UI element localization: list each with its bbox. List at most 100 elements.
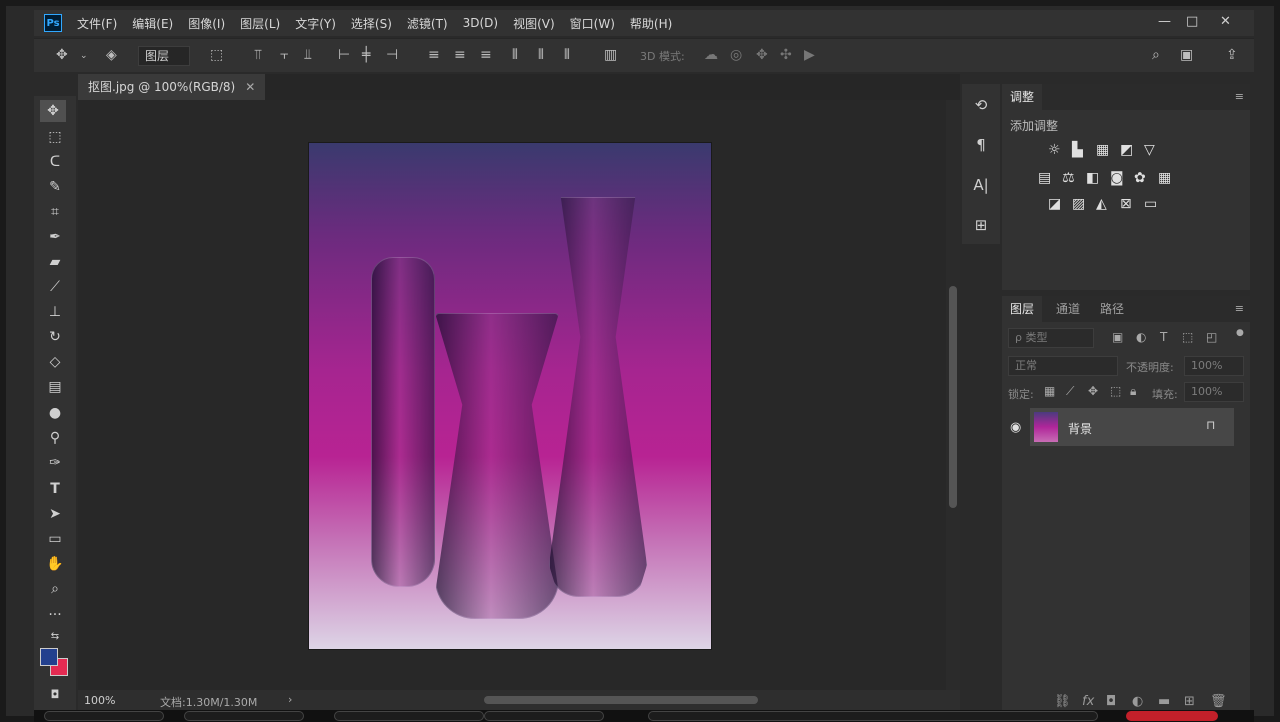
foreground-color-swatch[interactable] xyxy=(40,648,58,666)
align-bottom-icon[interactable]: ⫫ xyxy=(304,47,312,63)
lock-all-icon[interactable]: 🔒︎ xyxy=(1130,384,1136,399)
workspace-icon[interactable]: ▣ xyxy=(1180,47,1193,63)
filter-adjustment-icon[interactable]: ◐ xyxy=(1136,330,1146,344)
history-panel-icon[interactable]: ⟲ xyxy=(962,96,1000,114)
menu-filter[interactable]: 滤镜(T) xyxy=(407,15,448,32)
link-layers-icon[interactable]: ⛓ xyxy=(1054,694,1071,709)
3d-slide-icon[interactable]: ✣ xyxy=(780,47,792,63)
distribute-left-icon[interactable]: ⫴ xyxy=(512,47,518,63)
clone-stamp-icon[interactable]: ⊥ xyxy=(34,301,76,323)
quick-select-icon[interactable]: ✎ xyxy=(34,176,76,198)
hue-saturation-icon[interactable]: ▤ xyxy=(1038,170,1051,186)
tab-paths[interactable]: 路径 xyxy=(1092,296,1132,322)
layers-menu-icon[interactable]: ≡ xyxy=(1235,302,1244,315)
new-group-icon[interactable]: ▬ xyxy=(1158,694,1170,709)
canvas-area[interactable] xyxy=(78,100,946,690)
gradient-icon[interactable]: ▤ xyxy=(34,376,76,398)
dodge-icon[interactable]: ⚲ xyxy=(34,427,76,449)
move-icon[interactable]: ✥ xyxy=(40,100,66,122)
auto-select-icon[interactable]: ◈ xyxy=(106,47,117,63)
brightness-icon[interactable]: ☼ xyxy=(1048,142,1061,158)
horizontal-scroll-thumb[interactable] xyxy=(484,696,758,704)
posterize-icon[interactable]: ▨ xyxy=(1072,196,1085,212)
align-top-icon[interactable]: ⫪ xyxy=(254,47,262,63)
menu-view[interactable]: 视图(V) xyxy=(513,15,555,32)
delete-layer-icon[interactable]: 🗑︎ xyxy=(1210,694,1227,709)
align-to-selection-icon[interactable]: ▥ xyxy=(604,47,617,63)
zoom-level[interactable]: 100% xyxy=(84,694,115,707)
more-icon[interactable]: ··· xyxy=(34,604,76,626)
tab-adjustments[interactable]: 调整 xyxy=(1002,84,1043,110)
align-left-icon[interactable]: ⊢ xyxy=(338,47,350,63)
glyphs-panel-icon[interactable]: ⊞ xyxy=(962,216,1000,234)
exposure-icon[interactable]: ◩ xyxy=(1120,142,1133,158)
marquee-icon[interactable]: ⬚ xyxy=(34,126,76,148)
photo-filter-icon[interactable]: ◙ xyxy=(1110,170,1124,186)
align-vcenter-icon[interactable]: ⫟ xyxy=(280,47,288,63)
threshold-icon[interactable]: ◭ xyxy=(1096,196,1107,212)
lock-transparent-icon[interactable]: ▦ xyxy=(1044,384,1055,398)
panel-menu-icon[interactable]: ≡ xyxy=(1235,90,1244,103)
menu-window[interactable]: 窗口(W) xyxy=(570,15,615,32)
new-layer-icon[interactable]: ⊞ xyxy=(1184,694,1195,709)
invert-icon[interactable]: ◪ xyxy=(1048,196,1061,212)
menu-edit[interactable]: 编辑(E) xyxy=(132,15,173,32)
align-right-icon[interactable]: ⊣ xyxy=(386,47,398,63)
menu-file[interactable]: 文件(F) xyxy=(77,15,117,32)
new-adjustment-layer-icon[interactable]: ◐ xyxy=(1132,694,1143,709)
zoom-icon[interactable]: ⌕ xyxy=(34,578,76,600)
swap-colors-icon[interactable]: ⇆ xyxy=(34,626,76,648)
layer-row-background[interactable]: 背景 ⊓ xyxy=(1030,408,1234,446)
history-brush-icon[interactable]: ↻ xyxy=(34,326,76,348)
align-hcenter-icon[interactable]: ╪ xyxy=(362,47,370,63)
filter-type-icon[interactable]: T xyxy=(1160,330,1167,344)
eyedropper-icon[interactable]: ✒ xyxy=(34,226,76,248)
lasso-icon[interactable]: ᑕ xyxy=(34,151,76,173)
3d-roll-icon[interactable]: ◎ xyxy=(730,47,742,63)
color-lookup-icon[interactable]: ▦ xyxy=(1158,170,1171,186)
menu-help[interactable]: 帮助(H) xyxy=(630,15,672,32)
character-panel-icon[interactable]: A| xyxy=(962,176,1000,194)
auto-select-dropdown[interactable]: 图层 xyxy=(138,46,190,66)
vertical-scroll-thumb[interactable] xyxy=(949,286,957,508)
vibrance-icon[interactable]: ▽ xyxy=(1144,142,1155,158)
tab-layers[interactable]: 图层 xyxy=(1002,296,1043,322)
lock-image-icon[interactable]: ⟋ xyxy=(1066,384,1074,399)
healing-brush-icon[interactable]: ▰ xyxy=(34,251,76,273)
layer-visibility-eye-icon[interactable]: ◉ xyxy=(1010,420,1021,435)
document-image[interactable] xyxy=(309,143,711,649)
blur-icon[interactable]: ● xyxy=(34,402,76,424)
document-tab[interactable]: 抠图.jpg @ 100%(RGB/8) ✕ xyxy=(78,74,266,100)
blend-mode-select[interactable]: 正常 xyxy=(1008,356,1118,376)
filter-smart-icon[interactable]: ◰ xyxy=(1206,330,1217,344)
rectangle-icon[interactable]: ▭ xyxy=(34,528,76,550)
transform-controls-icon[interactable]: ⬚ xyxy=(210,47,223,63)
hand-icon[interactable]: ✋ xyxy=(34,553,76,575)
quick-mask-icon[interactable]: ◘ xyxy=(34,684,76,706)
3d-camera-icon[interactable]: ▶ xyxy=(804,47,815,63)
menu-3d[interactable]: 3D(D) xyxy=(463,16,498,30)
share-icon[interactable]: ⇪ xyxy=(1226,47,1238,63)
brush-icon[interactable]: ⟋ xyxy=(34,276,76,298)
status-menu-arrow[interactable]: › xyxy=(288,693,292,706)
filter-pixel-icon[interactable]: ▣ xyxy=(1112,330,1123,344)
minimize-button[interactable]: — xyxy=(1158,14,1171,29)
channel-mixer-icon[interactable]: ✿ xyxy=(1134,170,1146,186)
vertical-scrollbar[interactable] xyxy=(946,100,960,690)
filter-shape-icon[interactable]: ⬚ xyxy=(1182,330,1193,344)
close-button[interactable]: ✕ xyxy=(1220,14,1231,29)
crop-icon[interactable]: ⌗ xyxy=(34,201,76,223)
opacity-input[interactable]: 100% xyxy=(1184,356,1244,376)
distribute-vcenter-icon[interactable]: ≡ xyxy=(454,47,466,63)
close-document-icon[interactable]: ✕ xyxy=(245,80,255,94)
lock-artboard-icon[interactable]: ⬚ xyxy=(1110,384,1121,398)
search-icon[interactable]: ⌕ xyxy=(1152,47,1160,63)
layer-style-icon[interactable]: fx xyxy=(1082,694,1094,709)
tool-preset-chevron-icon[interactable]: ⌄ xyxy=(80,51,88,61)
filter-toggle-icon[interactable]: ● xyxy=(1236,328,1244,338)
color-balance-icon[interactable]: ⚖ xyxy=(1062,170,1075,186)
gradient-map-icon[interactable]: ▭ xyxy=(1144,196,1157,212)
distribute-right-icon[interactable]: ⫴ xyxy=(564,47,570,63)
distribute-top-icon[interactable]: ≡ xyxy=(428,47,440,63)
pen-icon[interactable]: ✑ xyxy=(34,452,76,474)
